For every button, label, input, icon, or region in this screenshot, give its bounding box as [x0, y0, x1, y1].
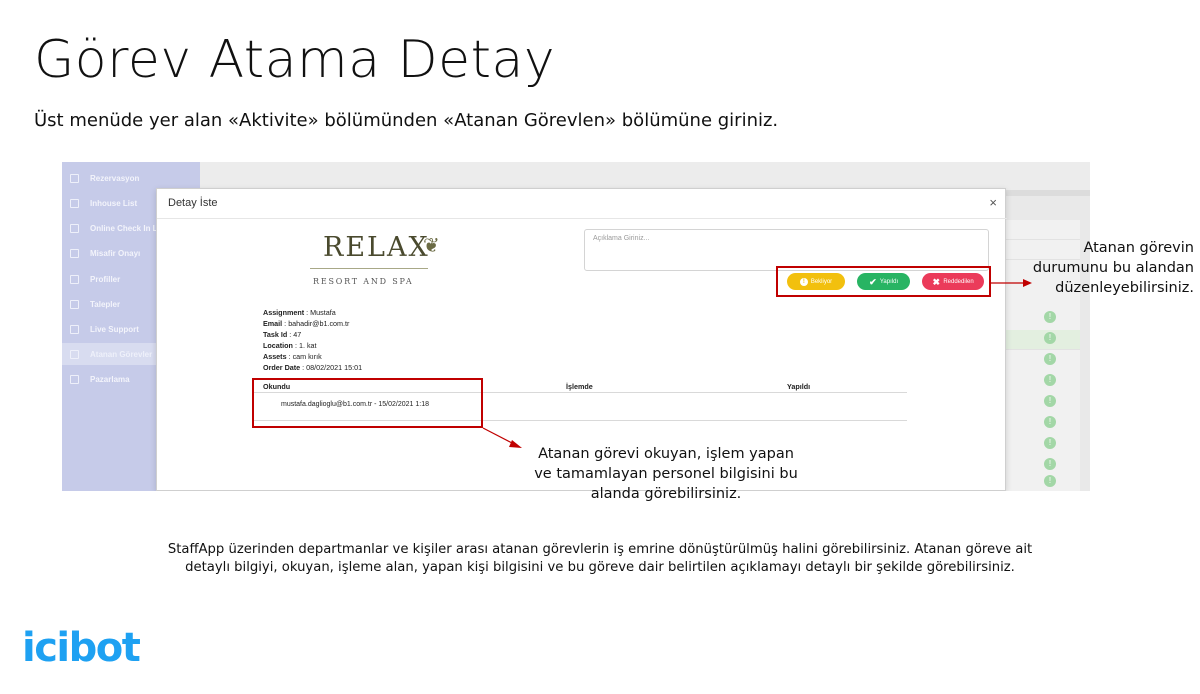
icibot-logo: icibot — [22, 625, 141, 671]
readers-callout-text: Atanan görevi okuyan, işlem yapan ve tam… — [534, 446, 798, 502]
callout-arrows — [482, 279, 1032, 448]
status-callout-text: Atanan görevin durumunu bu alandan düzen… — [1032, 240, 1194, 296]
readers-arrow-line — [482, 427, 515, 445]
footer-description: StaffApp üzerinden departmanlar ve kişil… — [167, 542, 1033, 575]
